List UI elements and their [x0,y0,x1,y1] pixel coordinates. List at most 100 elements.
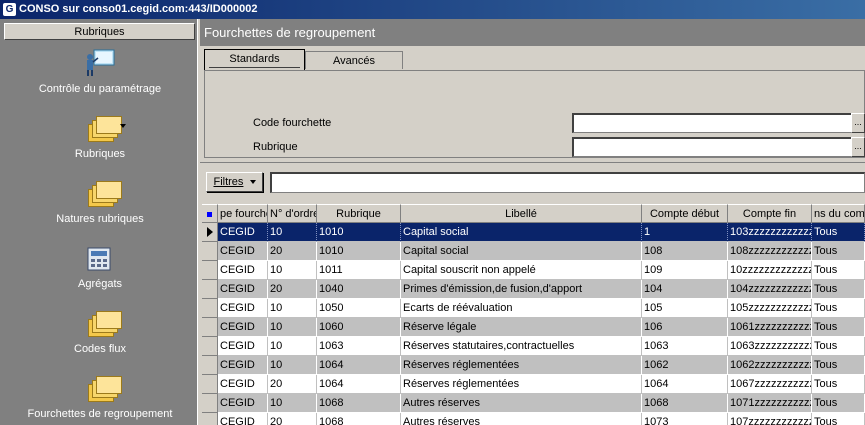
chevron-down-icon[interactable] [120,124,126,128]
cell-compte-fin[interactable]: 104zzzzzzzzzzzzz [728,280,812,299]
cell-sens[interactable]: Tous [812,280,865,299]
cell-rubrique[interactable]: 1060 [317,318,401,337]
cell-sens[interactable]: Tous [812,413,865,425]
cell-libelle[interactable]: Réserves réglementées [401,375,642,394]
table-row[interactable]: CEGID 10 1064 Réserves réglementées 1062 1062… [202,356,865,375]
cell-compte-fin[interactable]: 1061zzzzzzzzzzzz [728,318,812,337]
row-indicator-header[interactable] [202,204,218,223]
cell-libelle[interactable]: Primes d'émission,de fusion,d'apport [401,280,642,299]
rubrique-input[interactable] [572,137,852,157]
cell-libelle[interactable]: Capital social [401,242,642,261]
cell-type[interactable]: CEGID [218,223,268,242]
cell-sens[interactable]: Tous [812,261,865,280]
cell-ordre[interactable]: 10 [268,356,317,375]
table-row[interactable]: CEGID 20 1040 Primes d'émission,de fusion,d… [202,280,865,299]
sidebar-item-natures-rubriques[interactable]: Natures rubriques [0,177,200,225]
row-indicator[interactable] [202,318,218,337]
cell-ordre[interactable]: 10 [268,299,317,318]
cell-sens[interactable]: Tous [812,356,865,375]
table-row[interactable]: CEGID 10 1063 Réserves statutaires,contract… [202,337,865,356]
tab-avances[interactable]: Avancés [305,51,403,69]
sidebar-item-agregats[interactable]: Agrégats [0,242,200,290]
cell-rubrique[interactable]: 1011 [317,261,401,280]
cell-compte-fin[interactable]: 1062zzzzzzzzzzzz [728,356,812,375]
rubrique-lookup-button[interactable]: ... [851,137,865,157]
column-header-compte-debut[interactable]: Compte début [642,204,728,223]
row-indicator[interactable] [202,299,218,318]
sidebar-header[interactable]: Rubriques [4,23,195,40]
column-header-libelle[interactable]: Libellé [401,204,642,223]
column-header-rubrique[interactable]: Rubrique [317,204,401,223]
cell-type[interactable]: CEGID [218,261,268,280]
cell-libelle[interactable]: Réserves statutaires,contractuelles [401,337,642,356]
cell-type[interactable]: CEGID [218,394,268,413]
row-indicator[interactable] [202,242,218,261]
cell-ordre[interactable]: 10 [268,223,317,242]
cell-ordre[interactable]: 10 [268,394,317,413]
row-indicator[interactable] [202,337,218,356]
cell-type[interactable]: CEGID [218,413,268,425]
table-row[interactable]: CEGID 20 1064 Réserves réglementées 1064 1067… [202,375,865,394]
cell-compte-debut[interactable]: 1063 [642,337,728,356]
cell-rubrique[interactable]: 1010 [317,223,401,242]
cell-compte-debut[interactable]: 106 [642,318,728,337]
cell-compte-fin[interactable]: 1063zzzzzzzzzzzz [728,337,812,356]
cell-compte-debut[interactable]: 1062 [642,356,728,375]
cell-sens[interactable]: Tous [812,242,865,261]
data-grid[interactable]: pe fourche N° d'ordre Rubrique Libellé C… [202,204,865,425]
cell-compte-fin[interactable]: 108zzzzzzzzzzzzz [728,242,812,261]
cell-compte-debut[interactable]: 1068 [642,394,728,413]
cell-compte-debut[interactable]: 109 [642,261,728,280]
row-indicator[interactable] [202,375,218,394]
table-row[interactable]: CEGID 10 1060 Réserve légale 106 1061zzzzzzzz… [202,318,865,337]
cell-rubrique[interactable]: 1050 [317,299,401,318]
cell-compte-debut[interactable]: 108 [642,242,728,261]
cell-compte-debut[interactable]: 1 [642,223,728,242]
row-indicator[interactable] [202,413,218,425]
cell-type[interactable]: CEGID [218,356,268,375]
cell-compte-debut[interactable]: 104 [642,280,728,299]
cell-compte-debut[interactable]: 1064 [642,375,728,394]
cell-type[interactable]: CEGID [218,318,268,337]
row-indicator[interactable] [202,394,218,413]
sidebar-item-fourchettes[interactable]: Fourchettes de regroupement [0,372,200,420]
column-header-ordre[interactable]: N° d'ordre [268,204,317,223]
cell-compte-debut[interactable]: 105 [642,299,728,318]
filter-input[interactable] [270,172,865,193]
cell-type[interactable]: CEGID [218,242,268,261]
sidebar-item-rubriques[interactable]: Rubriques [0,112,200,160]
row-indicator[interactable] [202,261,218,280]
column-header-type[interactable]: pe fourche [218,204,268,223]
cell-libelle[interactable]: Réserves réglementées [401,356,642,375]
cell-rubrique[interactable]: 1064 [317,375,401,394]
cell-compte-fin[interactable]: 1071zzzzzzzzzzzz [728,394,812,413]
row-indicator[interactable] [202,356,218,375]
cell-ordre[interactable]: 10 [268,318,317,337]
cell-rubrique[interactable]: 1010 [317,242,401,261]
column-header-sens[interactable]: ns du com [812,204,865,223]
cell-sens[interactable]: Tous [812,299,865,318]
cell-sens[interactable]: Tous [812,394,865,413]
cell-libelle[interactable]: Ecarts de réévaluation [401,299,642,318]
cell-rubrique[interactable]: 1064 [317,356,401,375]
cell-sens[interactable]: Tous [812,337,865,356]
cell-compte-fin[interactable]: 10zzzzzzzzzzzzzz [728,261,812,280]
tab-standards[interactable]: Standards [204,49,305,70]
cell-type[interactable]: CEGID [218,337,268,356]
cell-compte-fin[interactable]: 105zzzzzzzzzzzzz [728,299,812,318]
cell-ordre[interactable]: 10 [268,261,317,280]
row-indicator[interactable] [202,280,218,299]
cell-ordre[interactable]: 20 [268,242,317,261]
cell-rubrique[interactable]: 1068 [317,413,401,425]
sidebar-item-codes-flux[interactable]: Codes flux [0,307,200,355]
cell-rubrique[interactable]: 1063 [317,337,401,356]
column-header-compte-fin[interactable]: Compte fin [728,204,812,223]
cell-sens[interactable]: Tous [812,375,865,394]
cell-ordre[interactable]: 20 [268,413,317,425]
sidebar-item-controle[interactable]: Contrôle du paramétrage [0,47,200,95]
cell-ordre[interactable]: 20 [268,280,317,299]
code-fourchette-input[interactable] [572,113,852,133]
table-row[interactable]: CEGID 20 1010 Capital social 108 108zzzzzzzzz… [202,242,865,261]
cell-sens[interactable]: Tous [812,223,865,242]
cell-compte-debut[interactable]: 1073 [642,413,728,425]
